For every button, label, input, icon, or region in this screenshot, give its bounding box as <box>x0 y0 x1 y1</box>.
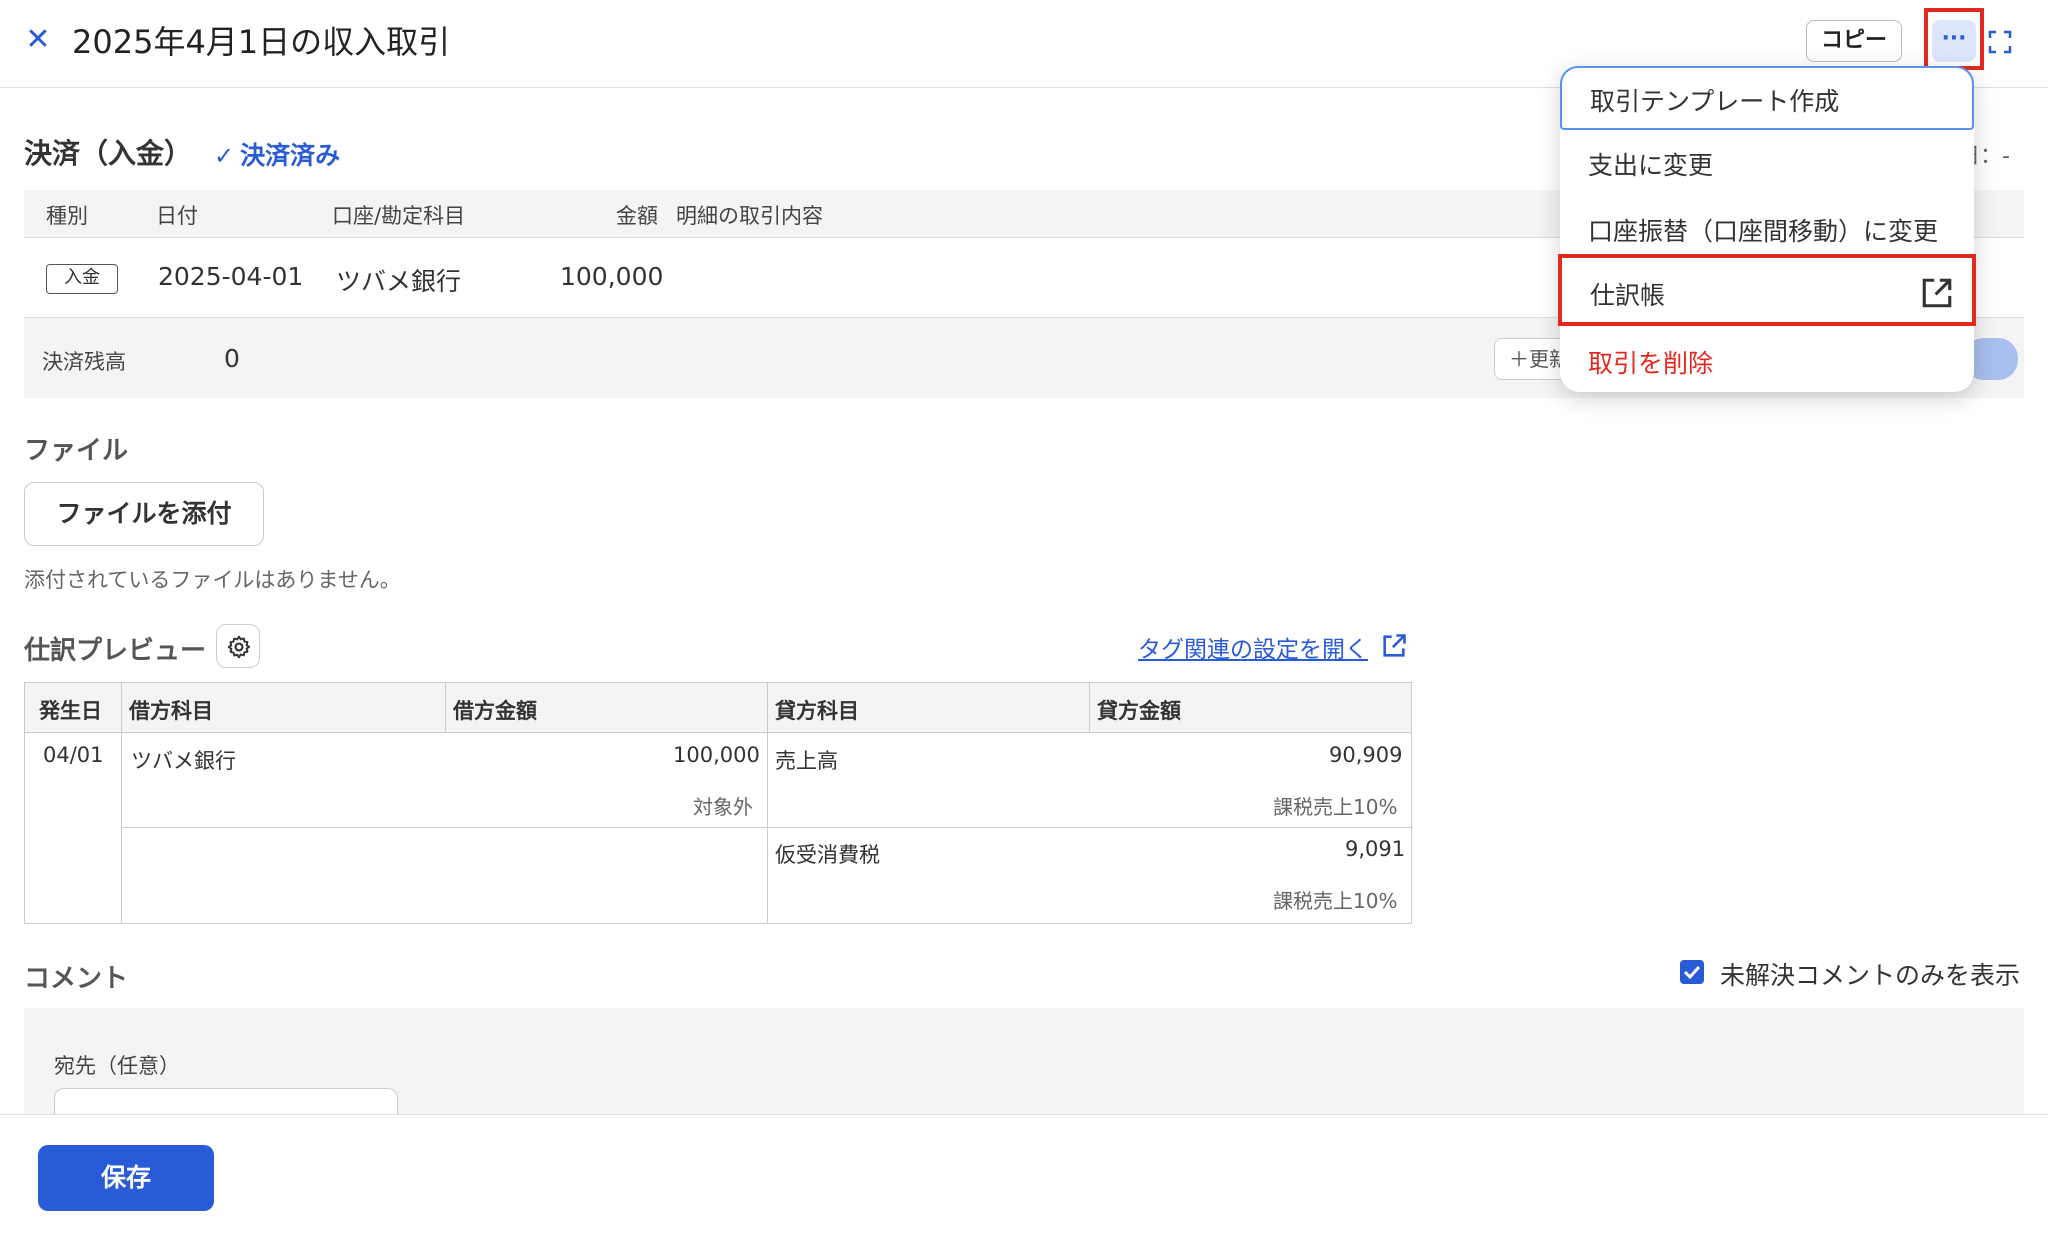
more-options-menu: 取引テンプレート作成 支出に変更 口座振替（口座間移動）に変更 仕訳帳 取引を削… <box>1558 66 1976 392</box>
attach-file-button[interactable]: ファイルを添付 <box>24 482 264 546</box>
journal-settings-button[interactable] <box>216 624 260 668</box>
debit-account: ツバメ銀行 <box>131 749 236 773</box>
save-button[interactable]: 保存 <box>38 1145 214 1211</box>
jcol-debit-account: 借方科目 <box>129 699 213 723</box>
journal-table: 発生日 借方科目 借方金額 貸方科目 貸方金額 04/01 ツバメ銀行 100,… <box>24 682 1413 924</box>
menu-item-label: 仕訳帳 <box>1590 281 1666 310</box>
expand-icon[interactable] <box>1988 30 2012 54</box>
balance-value: 0 <box>224 344 240 373</box>
highlight-box-more <box>1924 8 1984 70</box>
debit-tax: 対象外 <box>693 795 753 819</box>
tag-settings-link[interactable]: タグ関連の設定を開く <box>1138 630 1368 664</box>
row-amount: 100,000 <box>560 262 664 291</box>
menu-item-change-to-transfer[interactable]: 口座振替（口座間移動）に変更 <box>1560 198 1974 260</box>
row-date: 2025-04-01 <box>158 262 304 291</box>
external-link-icon <box>1922 278 1952 308</box>
copy-button[interactable]: コピー <box>1806 20 1902 62</box>
checkmark-icon <box>1683 965 1701 980</box>
no-files-note: 添付されているファイルはありません。 <box>24 568 401 592</box>
credit2-account: 仮受消費税 <box>775 843 880 867</box>
debit-amount: 100,000 <box>673 743 760 767</box>
col-date: 日付 <box>156 204 198 228</box>
credit1-account: 売上高 <box>775 749 838 773</box>
comment-title: コメント <box>24 964 129 994</box>
col-amount: 金額 <box>616 204 658 228</box>
menu-item-delete[interactable]: 取引を削除 <box>1560 330 1974 392</box>
col-type: 種別 <box>46 204 88 228</box>
row-account: ツバメ銀行 <box>336 267 462 296</box>
credit1-amount: 90,909 <box>1329 743 1403 767</box>
page-title: 2025年4月1日の収入取引 <box>72 23 451 61</box>
col-description: 明細の取引内容 <box>676 204 823 228</box>
col-account: 口座/勘定科目 <box>332 204 466 228</box>
type-tag: 入金 <box>46 264 118 294</box>
journal-table-header: 発生日 借方科目 借方金額 貸方科目 貸方金額 <box>25 683 1411 733</box>
settled-status-label: 決済済み <box>240 141 341 170</box>
recipient-label: 宛先（任意） <box>54 1054 180 1078</box>
journal-preview-title: 仕訳プレビュー <box>24 636 207 666</box>
footer-bar: 保存 <box>0 1114 2048 1244</box>
comment-form: 宛先（任意） <box>24 1008 2024 1128</box>
credit1-tax: 課税売上10% <box>1273 795 1398 819</box>
credit2-tax: 課税売上10% <box>1273 889 1398 913</box>
menu-item-label: 取引を削除 <box>1588 349 1714 378</box>
credit2-amount: 9,091 <box>1345 837 1406 861</box>
check-icon: ✓ <box>214 142 235 170</box>
jcol-date: 発生日 <box>39 699 102 723</box>
menu-item-label: 支出に変更 <box>1588 151 1714 180</box>
files-title: ファイル <box>24 436 129 466</box>
journal-date: 04/01 <box>43 743 104 767</box>
external-link-icon[interactable] <box>1380 632 1408 660</box>
unresolved-only-label[interactable]: 未解決コメントのみを表示 <box>1720 956 2020 992</box>
unresolved-only-checkbox[interactable] <box>1680 960 1704 984</box>
journal-table-body: 04/01 ツバメ銀行 100,000 対象外 売上高 90,909 課税売上1… <box>25 733 1413 923</box>
settled-status: ✓ 決済済み <box>214 136 340 172</box>
menu-item-label: 取引テンプレート作成 <box>1590 87 1840 116</box>
menu-item-create-template[interactable]: 取引テンプレート作成 <box>1560 66 1974 130</box>
jcol-credit-account: 貸方科目 <box>775 699 859 723</box>
close-icon[interactable]: ✕ <box>24 25 52 55</box>
gear-icon <box>227 635 251 659</box>
settlement-title: 決済（入金） <box>24 137 193 170</box>
jcol-credit-amount: 貸方金額 <box>1097 699 1181 723</box>
menu-item-journal[interactable]: 仕訳帳 <box>1558 254 1976 326</box>
menu-item-label: 口座振替（口座間移動）に変更 <box>1588 217 1939 246</box>
balance-label: 決済残高 <box>42 350 126 374</box>
menu-item-change-to-expense[interactable]: 支出に変更 <box>1560 132 1974 194</box>
jcol-debit-amount: 借方金額 <box>453 699 537 723</box>
